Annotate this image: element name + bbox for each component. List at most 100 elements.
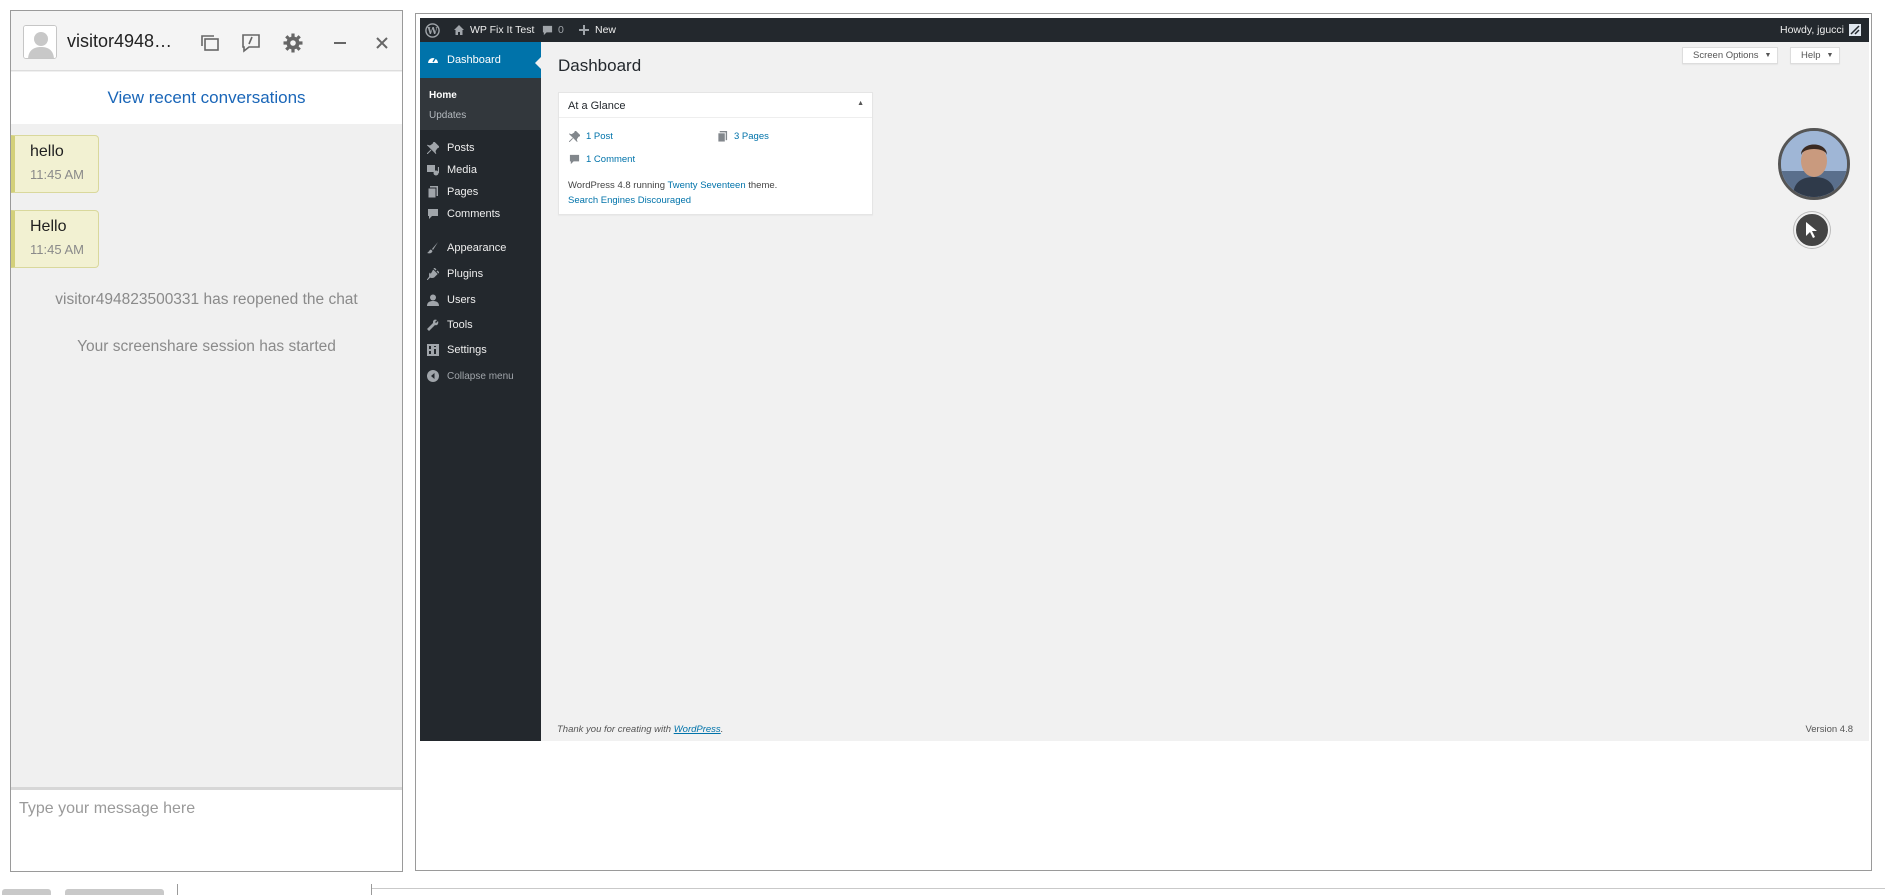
collapse-menu-button[interactable]: Collapse menu — [420, 365, 541, 387]
comments-icon — [568, 153, 580, 165]
system-message: Your screenshare session has started — [77, 338, 336, 355]
site-name: WP Fix It Test — [470, 24, 535, 36]
wordpress-version-line: WordPress 4.8 running Twenty Seventeen t… — [568, 180, 777, 191]
menu-users[interactable]: Users — [420, 289, 541, 311]
wp-admin-bar: W WP Fix It Test 0 New Howdy, jgucci — [420, 18, 1869, 42]
close-icon[interactable] — [370, 31, 394, 55]
footer-thanks: Thank you for creating with WordPress. — [557, 724, 723, 735]
menu-dashboard-label: Dashboard — [447, 54, 501, 66]
screen-options-button[interactable]: Screen Options ▼ — [1682, 47, 1779, 64]
at-a-glance-widget: At a Glance ▲ 1 Post 3 Pages 1 Comment W… — [558, 92, 873, 215]
help-button[interactable]: Help ▼ — [1790, 47, 1841, 64]
submenu-updates[interactable]: Updates — [429, 110, 466, 121]
menu-appearance-label: Appearance — [447, 242, 507, 254]
bottom-taskbar-strip — [0, 884, 1885, 895]
comment-bubble-icon — [542, 25, 553, 36]
widget-header[interactable]: At a Glance ▲ — [559, 93, 872, 118]
new-label: New — [595, 24, 617, 36]
gear-icon[interactable] — [281, 31, 305, 55]
glance-comments-link[interactable]: 1 Comment — [568, 153, 635, 165]
search-engines-line: Search Engines Discouraged — [568, 195, 691, 206]
menu-media-label: Media — [447, 164, 477, 176]
dashboard-submenu: Home Updates — [420, 78, 541, 130]
home-icon — [453, 24, 465, 36]
collapse-icon — [427, 370, 439, 382]
submenu-home[interactable]: Home — [429, 90, 457, 101]
toggle-arrow-icon[interactable]: ▲ — [857, 100, 864, 107]
new-content-link[interactable]: New — [579, 18, 616, 42]
paintbrush-icon — [427, 242, 439, 254]
taskbar-tab[interactable] — [65, 889, 164, 895]
menu-media[interactable]: Media — [420, 159, 541, 181]
comments-icon — [427, 208, 439, 220]
message-input-area — [11, 787, 402, 871]
page-title: Dashboard — [558, 56, 642, 75]
chat-message-time: 11:45 AM — [30, 167, 84, 182]
glance-posts-label: 1 Post — [586, 130, 613, 142]
users-icon — [427, 294, 439, 306]
caret-down-icon: ▼ — [1764, 52, 1772, 59]
taskbar-tab[interactable] — [177, 884, 372, 895]
menu-dashboard[interactable]: Dashboard — [420, 42, 542, 78]
menu-tools-label: Tools — [447, 319, 473, 331]
running-suffix: theme. — [745, 180, 778, 191]
divider — [372, 888, 1885, 889]
chat-message-text: Hello — [30, 218, 67, 235]
menu-pages-label: Pages — [447, 186, 479, 198]
search-engines-discouraged-link[interactable]: Search Engines Discouraged — [568, 195, 691, 206]
user-avatar-icon — [1849, 24, 1861, 36]
agent-video-thumbnail[interactable] — [1778, 128, 1850, 200]
wordpress-link[interactable]: WordPress — [674, 724, 721, 735]
chat-header: visitor49482… — [11, 11, 402, 71]
svg-text:W: W — [426, 25, 438, 36]
menu-pages[interactable]: Pages — [420, 181, 541, 203]
menu-settings[interactable]: Settings — [420, 339, 541, 361]
help-label: Help — [1801, 50, 1821, 61]
widget-title: At a Glance — [568, 100, 626, 112]
chat-visitor-name: visitor49482… — [67, 31, 179, 51]
menu-posts[interactable]: Posts — [420, 137, 541, 159]
pages-icon — [427, 186, 439, 198]
collapse-menu-label: Collapse menu — [447, 370, 514, 382]
chat-message: Hello 11:45 AM — [11, 210, 99, 268]
comments-link[interactable]: 0 — [542, 18, 564, 42]
glance-pages-label: 3 Pages — [734, 130, 769, 142]
howdy-text: Howdy, jgucci — [1780, 24, 1844, 36]
view-recent-conversations-link[interactable]: View recent conversations — [11, 72, 402, 124]
cursor-arrow-icon — [1804, 221, 1820, 239]
minimize-icon[interactable] — [328, 31, 352, 55]
caret-down-icon: ▼ — [1826, 52, 1834, 59]
end-chat-icon[interactable] — [239, 31, 263, 55]
menu-comments[interactable]: Comments — [420, 203, 541, 225]
glance-posts-link[interactable]: 1 Post — [568, 130, 613, 142]
menu-settings-label: Settings — [447, 344, 487, 356]
chat-panel: visitor49482… View recent conversations … — [10, 10, 403, 872]
dashboard-icon — [427, 54, 439, 66]
wordpress-logo-icon[interactable]: W — [425, 18, 440, 42]
menu-posts-label: Posts — [447, 142, 475, 154]
menu-tools[interactable]: Tools — [420, 314, 541, 336]
pages-icon — [716, 130, 728, 142]
visitor-avatar — [23, 25, 57, 59]
site-name-link[interactable]: WP Fix It Test — [453, 18, 534, 42]
transfer-icon[interactable] — [198, 31, 222, 55]
menu-plugins[interactable]: Plugins — [420, 263, 541, 285]
settings-icon — [427, 344, 439, 356]
wp-admin-menu: Dashboard Home Updates Posts Media Pages — [420, 42, 542, 741]
taskbar-tab[interactable] — [2, 889, 51, 895]
wrench-icon — [427, 319, 439, 331]
menu-users-label: Users — [447, 294, 476, 306]
menu-appearance[interactable]: Appearance — [420, 237, 541, 259]
pin-icon — [568, 130, 580, 142]
running-prefix: WordPress 4.8 running — [568, 180, 668, 191]
theme-link[interactable]: Twenty Seventeen — [667, 180, 745, 191]
screen-options-label: Screen Options — [1693, 50, 1759, 61]
remote-pointer-button[interactable] — [1794, 212, 1830, 248]
menu-comments-label: Comments — [447, 208, 501, 220]
footer-thanks-suffix: . — [720, 724, 724, 735]
account-menu[interactable]: Howdy, jgucci — [1780, 18, 1861, 42]
footer-thanks-prefix: Thank you for creating with — [557, 724, 674, 735]
message-input[interactable] — [11, 790, 402, 871]
system-message: visitor494823500331 has reopened the cha… — [55, 291, 358, 308]
glance-pages-link[interactable]: 3 Pages — [716, 130, 769, 142]
